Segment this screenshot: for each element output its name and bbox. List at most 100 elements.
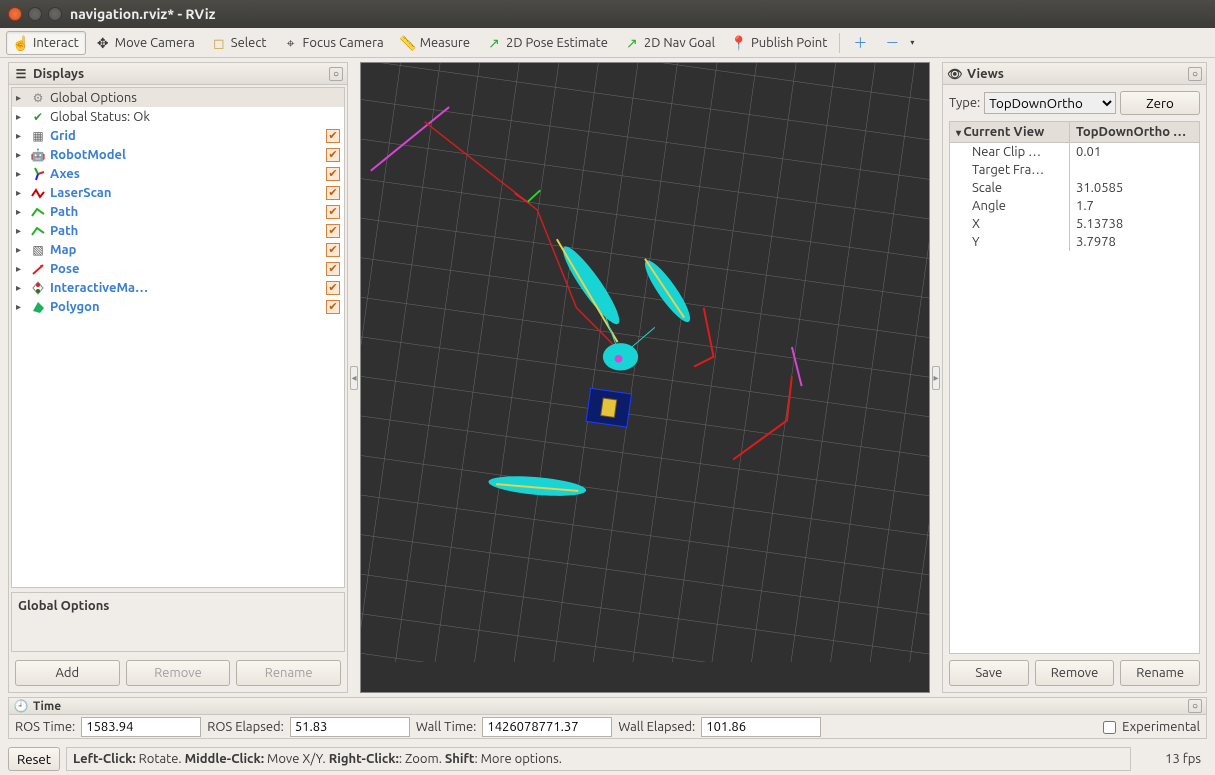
display-tree-item[interactable]: ▸Polygon✔ [12, 297, 344, 316]
window-minimize-button[interactable] [28, 7, 42, 21]
plus-icon: ＋ [852, 35, 868, 51]
display-visibility-checkbox[interactable]: ✔ [326, 243, 340, 257]
interactive-icon [30, 280, 46, 296]
display-visibility-checkbox[interactable]: ✔ [326, 300, 340, 314]
view-property-row[interactable]: Y3.7978 [950, 233, 1199, 251]
display-tree-item[interactable]: ▸⚙Global Options [12, 88, 344, 107]
minus-icon: － [884, 35, 900, 51]
display-tree-item[interactable]: ▸▧Map✔ [12, 240, 344, 259]
remove-display-button[interactable]: Remove [126, 660, 231, 686]
fps-readout: 13 fps [1137, 752, 1207, 766]
expand-arrow-icon[interactable]: ▸ [16, 149, 26, 161]
rename-display-button[interactable]: Rename [236, 660, 341, 686]
view-prop-value[interactable]: 5.13738 [1070, 215, 1199, 233]
nav-goal-tool-button[interactable]: ↗ 2D Nav Goal [617, 31, 722, 55]
splitter-handle-icon: ▸ [932, 366, 940, 390]
pose-estimate-icon: ↗ [486, 35, 502, 51]
experimental-checkbox[interactable] [1103, 721, 1116, 734]
display-visibility-checkbox[interactable]: ✔ [326, 186, 340, 200]
expand-arrow-icon[interactable]: ▸ [16, 225, 26, 237]
view-prop-value[interactable]: 31.0585 [1070, 179, 1199, 197]
expand-arrow-icon[interactable]: ▸ [16, 111, 26, 123]
display-tree-item[interactable]: ▸🤖RobotModel✔ [12, 145, 344, 164]
display-tree-item[interactable]: ▸InteractiveMa…✔ [12, 278, 344, 297]
displays-tree[interactable]: ▸⚙Global Options▸✔Global Status: Ok▸▦Gri… [11, 87, 345, 588]
displays-button-row: Add Remove Rename [9, 654, 347, 692]
panel-close-button[interactable]: ○ [329, 67, 343, 81]
expand-arrow-icon[interactable]: ▸ [16, 130, 26, 142]
expand-arrow-icon[interactable]: ▸ [16, 282, 26, 294]
toolbar-label: Focus Camera [303, 36, 384, 50]
window-close-button[interactable] [8, 7, 22, 21]
move-camera-tool-button[interactable]: ✥ Move Camera [88, 31, 202, 55]
remove-tool-button[interactable]: － ▾ [877, 31, 927, 55]
view-type-select[interactable]: TopDownOrtho [984, 92, 1116, 114]
reset-button[interactable]: Reset [8, 747, 60, 771]
views-panel-header[interactable]: 👁 Views ○ [943, 63, 1206, 85]
zero-button[interactable]: Zero [1120, 91, 1200, 115]
view-property-row[interactable]: Target Fra… [950, 161, 1199, 179]
panel-close-button[interactable]: ○ [1188, 67, 1202, 81]
display-visibility-checkbox[interactable]: ✔ [326, 281, 340, 295]
splitter-left[interactable]: ◂ [348, 58, 360, 697]
expand-arrow-icon[interactable]: ▸ [16, 206, 26, 218]
remove-view-button[interactable]: Remove [1035, 660, 1115, 686]
window-controls [8, 7, 62, 21]
display-tree-item[interactable]: ▸Axes✔ [12, 164, 344, 183]
toolbar-separator [839, 33, 840, 53]
measure-tool-button[interactable]: 📏 Measure [393, 31, 477, 55]
view-property-row[interactable]: Scale31.0585 [950, 179, 1199, 197]
view-prop-value[interactable]: 0.01 [1070, 143, 1199, 161]
select-icon: ◻ [211, 35, 227, 51]
wall-elapsed-field[interactable] [701, 717, 821, 737]
ros-time-field[interactable] [81, 717, 201, 737]
add-display-button[interactable]: Add [15, 660, 120, 686]
add-tool-button[interactable]: ＋ [845, 31, 875, 55]
view-prop-value[interactable]: 1.7 [1070, 197, 1199, 215]
axes-icon [30, 166, 46, 182]
display-visibility-checkbox[interactable]: ✔ [326, 262, 340, 276]
path-green-icon [30, 204, 46, 220]
wall-time-field[interactable] [482, 717, 612, 737]
display-tree-item[interactable]: ▸✔Global Status: Ok [12, 107, 344, 126]
expand-arrow-icon[interactable]: ▸ [16, 244, 26, 256]
display-tree-item[interactable]: ▸Path✔ [12, 202, 344, 221]
display-visibility-checkbox[interactable]: ✔ [326, 224, 340, 238]
pose-estimate-tool-button[interactable]: ↗ 2D Pose Estimate [479, 31, 615, 55]
display-tree-item[interactable]: ▸Pose✔ [12, 259, 344, 278]
pose-icon [30, 261, 46, 277]
focus-camera-tool-button[interactable]: ⌖ Focus Camera [276, 31, 391, 55]
expand-arrow-icon[interactable]: ▸ [16, 301, 26, 313]
expand-arrow-icon[interactable]: ▸ [16, 187, 26, 199]
splitter-right[interactable]: ▸ [930, 58, 942, 697]
expand-arrow-icon[interactable]: ▸ [16, 168, 26, 180]
time-panel-header[interactable]: 🕘 Time ○ [9, 698, 1206, 715]
view-property-row[interactable]: X5.13738 [950, 215, 1199, 233]
view-properties-table[interactable]: ▾ Current View TopDownOrtho … Near Clip … [949, 121, 1200, 654]
view-property-row[interactable]: Near Clip …0.01 [950, 143, 1199, 161]
render-3d-view[interactable] [360, 62, 930, 693]
display-visibility-checkbox[interactable]: ✔ [326, 148, 340, 162]
publish-point-tool-button[interactable]: 📍 Publish Point [724, 31, 834, 55]
expand-arrow-icon[interactable]: ▸ [16, 92, 26, 104]
display-visibility-checkbox[interactable]: ✔ [326, 129, 340, 143]
save-view-button[interactable]: Save [949, 660, 1029, 686]
expand-arrow-icon[interactable]: ▸ [16, 263, 26, 275]
displays-panel-header[interactable]: ☰ Displays ○ [9, 63, 347, 85]
display-tree-item[interactable]: ▸▦Grid✔ [12, 126, 344, 145]
select-tool-button[interactable]: ◻ Select [204, 31, 274, 55]
interact-tool-button[interactable]: ☝ Interact [6, 31, 86, 55]
view-prop-value[interactable] [1070, 161, 1199, 179]
display-tree-item[interactable]: ▸LaserScan✔ [12, 183, 344, 202]
view-property-row[interactable]: Angle1.7 [950, 197, 1199, 215]
window-maximize-button[interactable] [48, 7, 62, 21]
ros-elapsed-field[interactable] [290, 717, 410, 737]
display-tree-item[interactable]: ▸Path✔ [12, 221, 344, 240]
display-visibility-checkbox[interactable]: ✔ [326, 205, 340, 219]
panel-close-button[interactable]: ○ [1188, 699, 1202, 713]
view-prop-value[interactable]: 3.7978 [1070, 233, 1199, 251]
toolbar-label: 2D Nav Goal [644, 36, 715, 50]
rename-view-button[interactable]: Rename [1120, 660, 1200, 686]
display-visibility-checkbox[interactable]: ✔ [326, 167, 340, 181]
time-panel: 🕘 Time ○ ROS Time: ROS Elapsed: Wall Tim… [8, 697, 1207, 739]
